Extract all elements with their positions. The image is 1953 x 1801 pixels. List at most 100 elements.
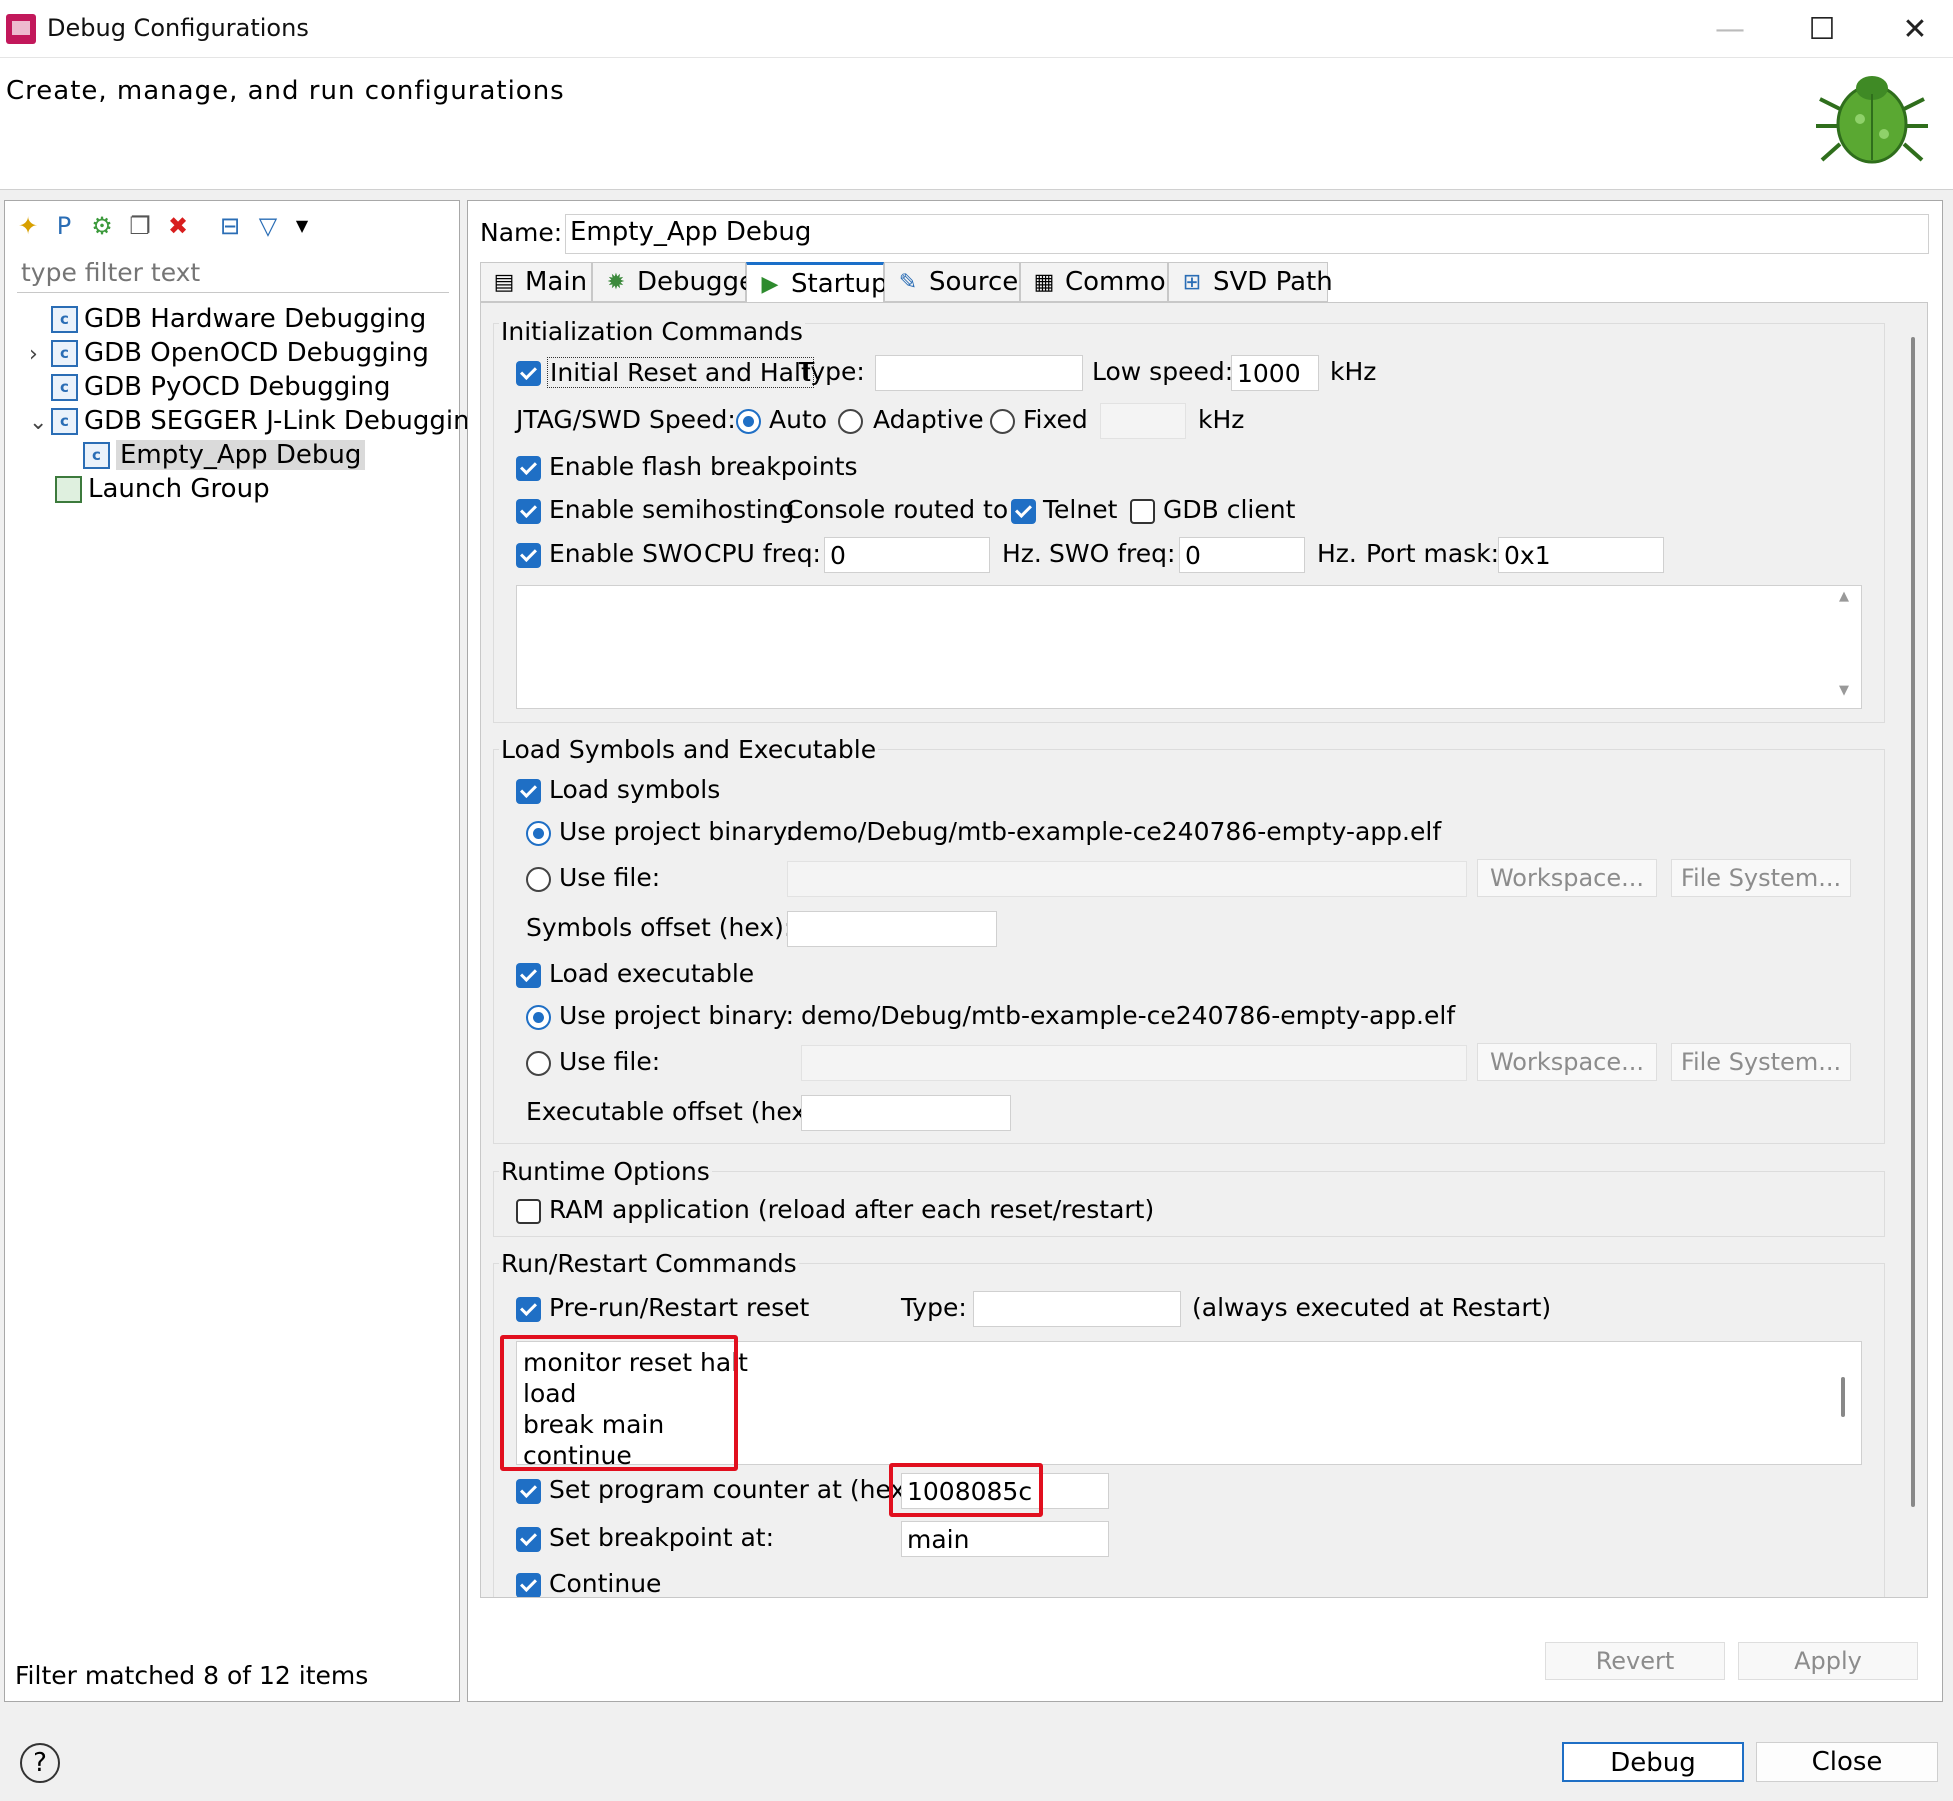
maximize-button[interactable]: ☐ (1792, 8, 1852, 52)
speed-fixed-radio[interactable] (990, 409, 1015, 434)
launch-group-icon (55, 476, 82, 503)
breakpoint-input[interactable]: main (901, 1521, 1109, 1557)
init-commands-textarea[interactable] (516, 585, 1862, 709)
exec-use-file-radio[interactable] (526, 1051, 551, 1076)
gdb-client-checkbox[interactable] (1130, 499, 1155, 524)
symbols-use-file-radio[interactable] (526, 867, 551, 892)
filter-icon[interactable]: ▽ (253, 211, 283, 241)
help-icon[interactable]: ? (20, 1743, 60, 1783)
telnet-checkbox[interactable] (1011, 499, 1036, 524)
exec-file-input[interactable] (801, 1045, 1467, 1081)
common-icon: ▦ (1033, 269, 1055, 295)
exec-workspace-button[interactable]: Workspace... (1477, 1043, 1657, 1081)
new-prototype-icon[interactable]: P (49, 211, 79, 241)
load-symbols-checkbox[interactable] (516, 779, 541, 804)
exec-project-binary-radio[interactable] (526, 1005, 551, 1030)
exec-offset-label: Executable offset (hex): (526, 1097, 825, 1126)
duplicate-configuration-icon[interactable]: ❐ (125, 211, 155, 241)
close-window-button[interactable]: ✕ (1885, 8, 1945, 52)
c-config-icon: c (51, 306, 78, 333)
textarea-scrollbar[interactable] (1841, 1377, 1845, 1417)
set-pc-label: Set program counter at (hex): (549, 1475, 924, 1504)
scroll-down-icon[interactable]: ▼ (1839, 683, 1849, 698)
init-type-input[interactable] (875, 355, 1083, 391)
gdb-client-label: GDB client (1163, 495, 1296, 524)
speed-auto-radio[interactable] (736, 409, 761, 434)
symbols-workspace-button[interactable]: Workspace... (1477, 859, 1657, 897)
symbols-project-binary-radio[interactable] (526, 821, 551, 846)
continue-checkbox[interactable] (516, 1573, 541, 1597)
symbols-file-input[interactable] (787, 861, 1467, 897)
symbols-project-binary-label: Use project binary: (559, 817, 795, 846)
speed-adaptive-radio[interactable] (838, 409, 863, 434)
collapse-chevron-icon[interactable]: ⌄ (29, 410, 51, 435)
view-menu-chevron-down-icon[interactable]: ▼ (287, 211, 317, 241)
symbols-offset-input[interactable] (787, 911, 997, 947)
console-routed-label: Console routed to: (786, 495, 1017, 524)
exec-offset-input[interactable] (801, 1095, 1011, 1131)
swo-checkbox[interactable] (516, 543, 541, 568)
semihosting-checkbox[interactable] (516, 499, 541, 524)
exec-file-system-button[interactable]: File System... (1671, 1043, 1851, 1081)
ram-application-checkbox[interactable] (516, 1199, 541, 1224)
tree-item-launch-group[interactable]: Launch Group (55, 474, 270, 508)
tab-main[interactable]: ▤ Main (480, 262, 592, 302)
flash-breakpoints-checkbox[interactable] (516, 456, 541, 481)
tree-item-gdb-segger-jlink[interactable]: ⌄ c GDB SEGGER J-Link Debugging (29, 406, 486, 440)
vertical-scrollbar[interactable] (1911, 337, 1915, 1507)
apply-button[interactable]: Apply (1738, 1642, 1918, 1680)
tree-item-empty-app-debug[interactable]: c Empty_App Debug (83, 440, 366, 474)
delete-configuration-icon[interactable]: ✖ (163, 211, 193, 241)
export-configuration-icon[interactable]: ⚙ (87, 211, 117, 241)
tree-item-gdb-hardware[interactable]: c GDB Hardware Debugging (29, 304, 426, 338)
symbols-file-system-button[interactable]: File System... (1671, 859, 1851, 897)
tab-debugger[interactable]: ✹ Debugger (592, 262, 766, 302)
port-mask-input[interactable]: 0x1 (1498, 537, 1664, 573)
window-title: Debug Configurations (47, 14, 309, 42)
type-label: Type: (799, 357, 865, 386)
swo-freq-input[interactable]: 0 (1179, 537, 1305, 573)
tree-item-gdb-openocd[interactable]: › c GDB OpenOCD Debugging (29, 338, 429, 372)
tree-item-gdb-pyocd[interactable]: c GDB PyOCD Debugging (29, 372, 390, 406)
ram-application-label: RAM application (reload after each reset… (549, 1195, 1155, 1224)
close-button[interactable]: Close (1756, 1742, 1938, 1782)
prerun-reset-label: Pre-run/Restart reset (549, 1293, 810, 1322)
initial-reset-checkbox[interactable] (516, 361, 541, 386)
continue-label: Continue (549, 1569, 662, 1598)
run-type-input[interactable] (973, 1291, 1181, 1327)
run-group-title: Run/Restart Commands (499, 1249, 799, 1278)
new-configuration-icon[interactable]: ✦ (13, 211, 43, 241)
expand-chevron-icon[interactable]: › (29, 342, 51, 367)
configuration-tree-pane: ✦ P ⚙ ❐ ✖ ⊟ ▽ ▼ cGDB Hardware Debugging … (4, 200, 486, 1702)
debug-button[interactable]: Debug (1562, 1742, 1744, 1782)
low-speed-input[interactable]: 1000 (1231, 355, 1319, 391)
c-config-icon: c (51, 408, 78, 435)
tab-source[interactable]: ✎ Source (884, 262, 1020, 302)
title-bar: Debug Configurations — ☐ ✕ (0, 0, 1953, 58)
header-subtitle: Create, manage, and run configurations (6, 76, 565, 106)
init-group-title: Initialization Commands (499, 317, 805, 346)
set-breakpoint-checkbox[interactable] (516, 1527, 541, 1552)
filter-input[interactable] (17, 253, 449, 293)
jtag-speed-label: JTAG/SWD Speed: (516, 405, 736, 434)
exec-binary-path: demo/Debug/mtb-example-ce240786-empty-ap… (801, 1001, 1456, 1030)
scroll-up-icon[interactable]: ▲ (1839, 589, 1849, 604)
revert-button[interactable]: Revert (1545, 1642, 1725, 1680)
load-executable-checkbox[interactable] (516, 963, 541, 988)
c-config-icon: c (51, 374, 78, 401)
tab-common[interactable]: ▦ Common (1020, 262, 1182, 302)
collapse-all-icon[interactable]: ⊟ (215, 211, 245, 241)
load-executable-label: Load executable (549, 959, 755, 988)
tab-startup[interactable]: ▶ Startup (746, 262, 888, 303)
load-group-title: Load Symbols and Executable (499, 735, 879, 764)
speed-fixed-label: Fixed (1023, 405, 1088, 434)
cpu-freq-input[interactable]: 0 (824, 537, 990, 573)
minimize-button[interactable]: — (1700, 8, 1760, 52)
swo-freq-label: SWO freq: (1049, 539, 1176, 568)
set-pc-checkbox[interactable] (516, 1479, 541, 1504)
svd-path-icon: ⊞ (1182, 269, 1202, 295)
tab-svd-path[interactable]: ⊞ SVD Path (1168, 262, 1333, 302)
fixed-speed-input[interactable] (1100, 403, 1186, 439)
prerun-reset-checkbox[interactable] (516, 1297, 541, 1322)
name-input[interactable]: Empty_App Debug (565, 214, 1929, 254)
